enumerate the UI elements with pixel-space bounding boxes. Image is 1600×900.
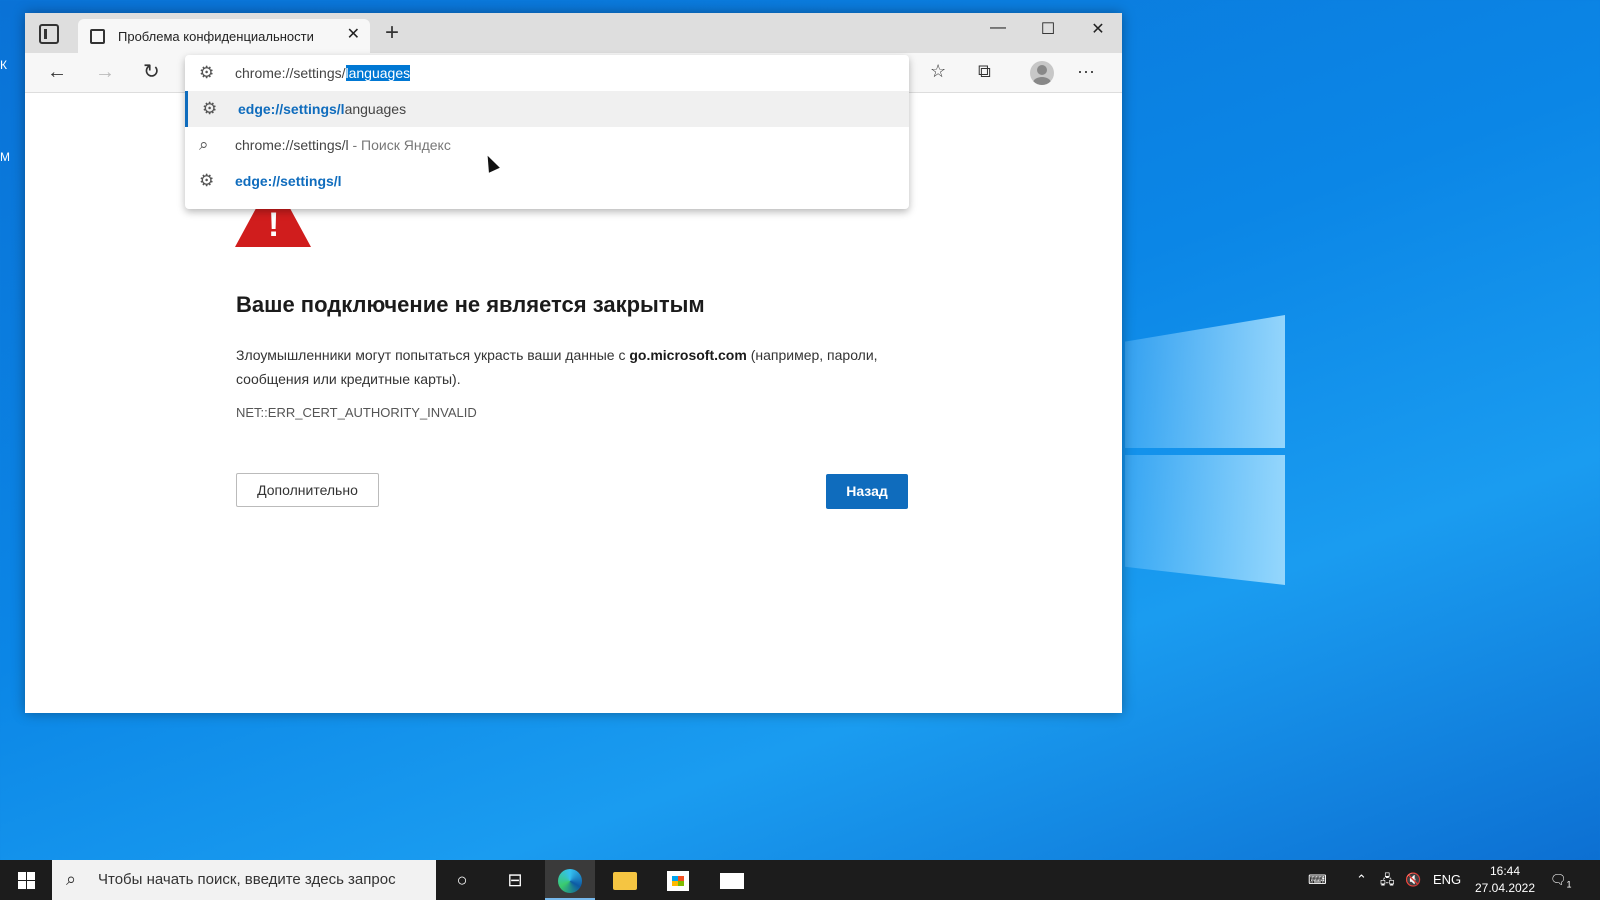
advanced-button[interactable]: Дополнительно [236, 473, 379, 507]
gear-icon: ⚙ [199, 63, 215, 82]
description-text: Злоумышленники могут попытаться украсть … [236, 347, 630, 363]
tab-title: Проблема конфиденциальности [118, 29, 314, 44]
suggestion-match: edge://settings/l [235, 173, 342, 189]
address-bar[interactable]: ⚙ chrome://settings/languages [185, 55, 909, 91]
volume-muted-icon[interactable]: 🔇 [1405, 860, 1421, 900]
network-icon[interactable]: 🖧 [1380, 860, 1395, 900]
store-icon[interactable] [653, 860, 703, 900]
domain-name: go.microsoft.com [629, 347, 747, 363]
clock[interactable]: 16:44 27.04.2022 [1474, 863, 1536, 897]
gear-icon: ⚙ [199, 171, 215, 190]
address-prefix: chrome://settings/ [235, 65, 346, 81]
suggestion-engine: - Поиск Яндекс [348, 137, 451, 153]
task-view-icon[interactable]: ⊟ [490, 860, 540, 900]
desktop-icon[interactable]: М [0, 150, 24, 190]
search-icon: ⌕ [66, 869, 77, 889]
address-bar-dropdown: ⚙ chrome://settings/languages ⚙ edge://s… [185, 55, 909, 209]
go-back-button[interactable]: Назад [826, 474, 908, 509]
profile-avatar[interactable] [1030, 61, 1054, 85]
desktop-icon[interactable]: К [0, 58, 24, 98]
clock-time: 16:44 [1489, 864, 1521, 878]
suggestion-rest: anguages [344, 101, 407, 117]
notifications-icon[interactable]: 🗨1 [1550, 860, 1572, 900]
collections-icon[interactable]: ⧉ [978, 61, 991, 82]
tab-active[interactable]: Проблема конфиденциальности ✕ [78, 19, 370, 53]
mail-icon[interactable] [707, 860, 757, 900]
file-explorer-icon[interactable] [600, 860, 650, 900]
back-arrow-icon[interactable]: ← [47, 61, 67, 83]
error-heading: Ваше подключение не является закрытым [236, 292, 705, 317]
search-icon: ⌕ [199, 135, 209, 154]
taskbar-search[interactable]: ⌕ Чтобы начать поиск, введите здесь запр… [52, 860, 436, 900]
warning-triangle-icon: ! [235, 203, 311, 247]
edge-taskbar-icon[interactable] [545, 860, 595, 900]
page-warning-icon [90, 29, 105, 44]
suggestion-query: chrome://settings/l [235, 137, 349, 153]
address-input[interactable]: chrome://settings/languages [235, 65, 411, 81]
taskbar: ⌕ Чтобы начать поиск, введите здесь запр… [0, 860, 1600, 900]
error-code: NET::ERR_CERT_AUTHORITY_INVALID [236, 405, 477, 420]
suggestion-item[interactable]: ⌕ chrome://settings/l - Поиск Яндекс [185, 127, 909, 163]
windows-logo-wallpaper [1125, 315, 1285, 585]
address-selection: languages [345, 65, 411, 81]
browser-window: Проблема конфиденциальности ✕ + — ☐ ✕ ← … [25, 13, 1122, 713]
tab-close-icon[interactable]: ✕ [347, 27, 360, 43]
cortana-icon[interactable]: ○ [437, 860, 487, 900]
title-bar: Проблема конфиденциальности ✕ + — ☐ ✕ [25, 13, 1122, 53]
chevron-up-icon[interactable]: ⌃ [1356, 860, 1367, 900]
keyboard-icon[interactable]: ⌨ [1308, 860, 1327, 900]
close-window-button[interactable]: ✕ [1075, 19, 1121, 39]
error-description: Злоумышленники могут попытаться украсть … [236, 343, 886, 391]
refresh-icon[interactable]: ↻ [143, 61, 160, 83]
start-button[interactable] [0, 860, 52, 900]
more-options-icon[interactable]: ··· [1077, 61, 1095, 82]
search-placeholder: Чтобы начать поиск, введите здесь запрос [98, 871, 396, 888]
suggestion-item[interactable]: ⚙ edge://settings/l [185, 163, 909, 199]
desktop-icon-label: М [0, 150, 10, 164]
language-indicator[interactable]: ENG [1433, 860, 1461, 900]
clock-date: 27.04.2022 [1474, 881, 1536, 895]
new-tab-button[interactable]: + [385, 21, 399, 45]
tab-actions-icon[interactable] [39, 24, 59, 44]
forward-arrow-icon[interactable]: → [95, 61, 115, 83]
suggestion-match: edge://settings/l [238, 101, 345, 117]
suggestion-item[interactable]: ⚙ edge://settings/languages [185, 91, 909, 127]
desktop-icon-label: К [0, 58, 7, 72]
notification-count: 1 [1566, 879, 1572, 890]
minimize-button[interactable]: — [975, 19, 1021, 37]
favorites-icon[interactable]: ☆ [930, 61, 946, 82]
maximize-button[interactable]: ☐ [1025, 19, 1071, 39]
gear-icon: ⚙ [202, 99, 218, 118]
